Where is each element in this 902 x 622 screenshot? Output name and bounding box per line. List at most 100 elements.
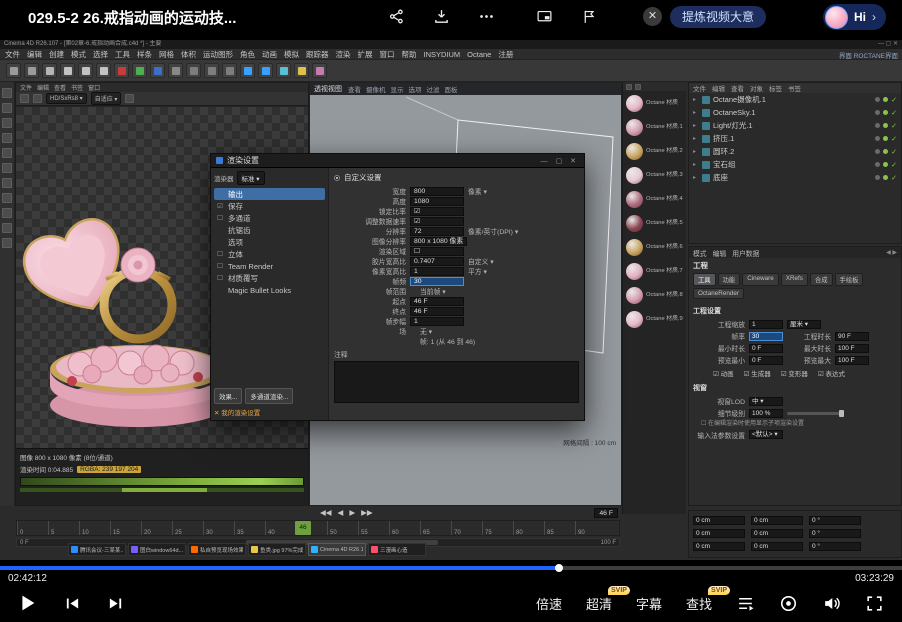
viewport-menu-item[interactable]: 摄像机 [366, 84, 386, 94]
object-manager-menu-item[interactable]: 书签 [788, 83, 801, 93]
attribute-tab[interactable]: 合成 [810, 273, 833, 286]
viewport-menu-item[interactable]: 选项 [409, 84, 422, 94]
render-settings-section[interactable]: 输出 [214, 188, 325, 200]
scale-tool-icon[interactable] [78, 63, 93, 78]
material-menu-icon[interactable] [626, 84, 632, 90]
render-dot-icon[interactable] [883, 149, 888, 154]
material-item[interactable]: Octane 材质 [623, 91, 686, 115]
expand-arrow-icon[interactable]: ▸ [693, 135, 699, 142]
download-icon[interactable] [433, 8, 450, 25]
attribute-nav-arrows[interactable]: ◀ ▶ [886, 249, 897, 256]
material-item[interactable]: Octane 材质.2 [623, 139, 686, 163]
lod-dropdown[interactable]: 中 ▾ [749, 397, 783, 406]
light-icon[interactable] [294, 63, 309, 78]
c4d-menu-item[interactable]: 跟踪器 [306, 49, 329, 60]
render-settings-section[interactable]: ☐立体 [214, 248, 325, 260]
axis-x-icon[interactable] [114, 63, 129, 78]
input-method-dropdown[interactable]: <默认> ▾ [749, 430, 783, 439]
attribute-checkbox[interactable]: ☑ 表达式 [818, 368, 845, 378]
camera-icon[interactable] [2, 193, 12, 203]
rotate-tool-icon[interactable] [96, 63, 111, 78]
render-view-icon[interactable] [186, 63, 201, 78]
visibility-dot-icon[interactable] [875, 149, 880, 154]
keyframe-record-icon[interactable] [378, 509, 386, 517]
taskbar-item[interactable]: 私自预览现场效果 [188, 543, 246, 556]
dialog-window-controls[interactable]: — ▢ ✕ [541, 157, 579, 165]
more-icon[interactable] [478, 8, 495, 25]
axis-z-icon[interactable] [150, 63, 165, 78]
scale-tool-icon[interactable] [2, 118, 12, 128]
attribute-input[interactable]: 100 F [835, 356, 869, 365]
playback-speed-button[interactable]: 倍速 [536, 594, 562, 613]
dialog-title-bar[interactable]: 渲染设置 — ▢ ✕ [211, 154, 584, 168]
next-icon[interactable] [107, 595, 124, 612]
object-row[interactable]: ▸ 挤压.1 ✓ [689, 132, 901, 145]
play-icon[interactable] [16, 592, 38, 614]
expand-arrow-icon[interactable]: ▸ [693, 109, 699, 116]
keyframe-record-icon[interactable] [389, 509, 397, 517]
effects-button[interactable]: 效果... [214, 388, 242, 404]
render-settings-section[interactable]: 抗锯齿 [214, 224, 325, 236]
share-icon[interactable] [388, 8, 405, 25]
find-button[interactable]: 查找 SVIP [686, 594, 712, 613]
render-settings-section[interactable]: ☐Team Render [214, 260, 325, 272]
visibility-dot-icon[interactable] [875, 110, 880, 115]
enabled-check-icon[interactable]: ✓ [891, 109, 897, 117]
position-input[interactable]: 0 cm [693, 542, 745, 551]
enabled-check-icon[interactable]: ✓ [891, 96, 897, 104]
attribute-tab[interactable]: 功能 [718, 273, 741, 286]
render-settings-section[interactable]: ☐多通道 [214, 212, 325, 224]
attribute-input[interactable]: 0 F [749, 356, 783, 365]
c4d-menu-item[interactable]: 编辑 [27, 49, 42, 60]
viewport-menu-item[interactable]: 查看 [348, 84, 361, 94]
visibility-dot-icon[interactable] [875, 97, 880, 102]
c4d-layout-label[interactable]: 界面 ROCTANE界面 [839, 50, 898, 60]
detail-input[interactable]: 100 % [749, 409, 783, 418]
seek-thumb[interactable] [555, 564, 563, 572]
viewport-menu-item[interactable]: 面板 [445, 84, 458, 94]
object-row[interactable]: ▸ OctaneSky.1 ✓ [689, 106, 901, 119]
quality-button[interactable]: 超清 SVIP [586, 594, 612, 613]
c4d-menu-item[interactable]: 角色 [240, 49, 255, 60]
c4d-menu-item[interactable]: 网格 [159, 49, 174, 60]
attribute-checkbox[interactable]: ☑ 生成器 [744, 368, 771, 378]
picture-viewer-menu-item[interactable]: 窗口 [88, 83, 100, 92]
rotation-input[interactable]: 0 ° [809, 529, 861, 538]
render-option-checkbox-line[interactable]: ☐ 在编辑渲染时使用显示子项渲染设置 [693, 419, 897, 429]
playlist-icon[interactable] [736, 594, 755, 613]
volume-icon[interactable] [822, 594, 841, 613]
transport-button[interactable]: ▶▶ [361, 508, 373, 517]
c4d-menu-item[interactable]: INSYDIUM [424, 50, 461, 59]
render-param-row[interactable]: 像素宽高比 1 平方 ▾ [334, 266, 579, 276]
mograph-icon[interactable] [276, 63, 291, 78]
c4d-menu-item[interactable]: Octane [467, 50, 491, 59]
size-input[interactable]: 0 cm [751, 516, 803, 525]
renderer-dropdown[interactable]: 标准 ▾ [237, 171, 265, 185]
render-param-row[interactable]: 胶片宽高比 0.7407 自定义 ▾ [334, 256, 579, 266]
object-manager-menu-item[interactable]: 标签 [769, 83, 782, 93]
selection-tool-icon[interactable] [2, 88, 12, 98]
timeline-playhead[interactable]: 46 [295, 521, 311, 535]
taskbar-item[interactable]: 图白window64d... [128, 543, 186, 556]
coordinate-system-icon[interactable] [168, 63, 183, 78]
attribute-tab[interactable]: Cineware [742, 273, 779, 286]
attribute-checkbox[interactable]: ☑ 变形器 [781, 368, 808, 378]
multipass-button[interactable]: 多通道渲染... [245, 388, 293, 404]
material-icon[interactable] [312, 63, 327, 78]
attribute-menu-item[interactable]: 用户数据 [732, 248, 759, 258]
size-input[interactable]: 0 cm [751, 542, 803, 551]
transport-button[interactable]: ▶ [349, 508, 355, 517]
c4d-menu-item[interactable]: 工具 [115, 49, 130, 60]
fit-dropdown[interactable]: 自适应 ▾ [91, 92, 122, 105]
note-textarea[interactable] [334, 361, 579, 403]
visibility-dot-icon[interactable] [875, 123, 880, 128]
render-param-row[interactable]: 宽度 800 像素 ▾ [334, 186, 579, 196]
render-param-row[interactable]: 帧范围 当前帧 ▾ [334, 286, 579, 296]
move-tool-icon[interactable] [60, 63, 75, 78]
visibility-dot-icon[interactable] [875, 175, 880, 180]
compare-icon[interactable] [33, 94, 42, 103]
c4d-menu-item[interactable]: 渲染 [336, 49, 351, 60]
transport-button[interactable]: ◀◀ [320, 508, 332, 517]
attribute-checkbox[interactable]: ☑ 动画 [713, 368, 734, 378]
object-manager-menu-item[interactable]: 查看 [731, 83, 744, 93]
